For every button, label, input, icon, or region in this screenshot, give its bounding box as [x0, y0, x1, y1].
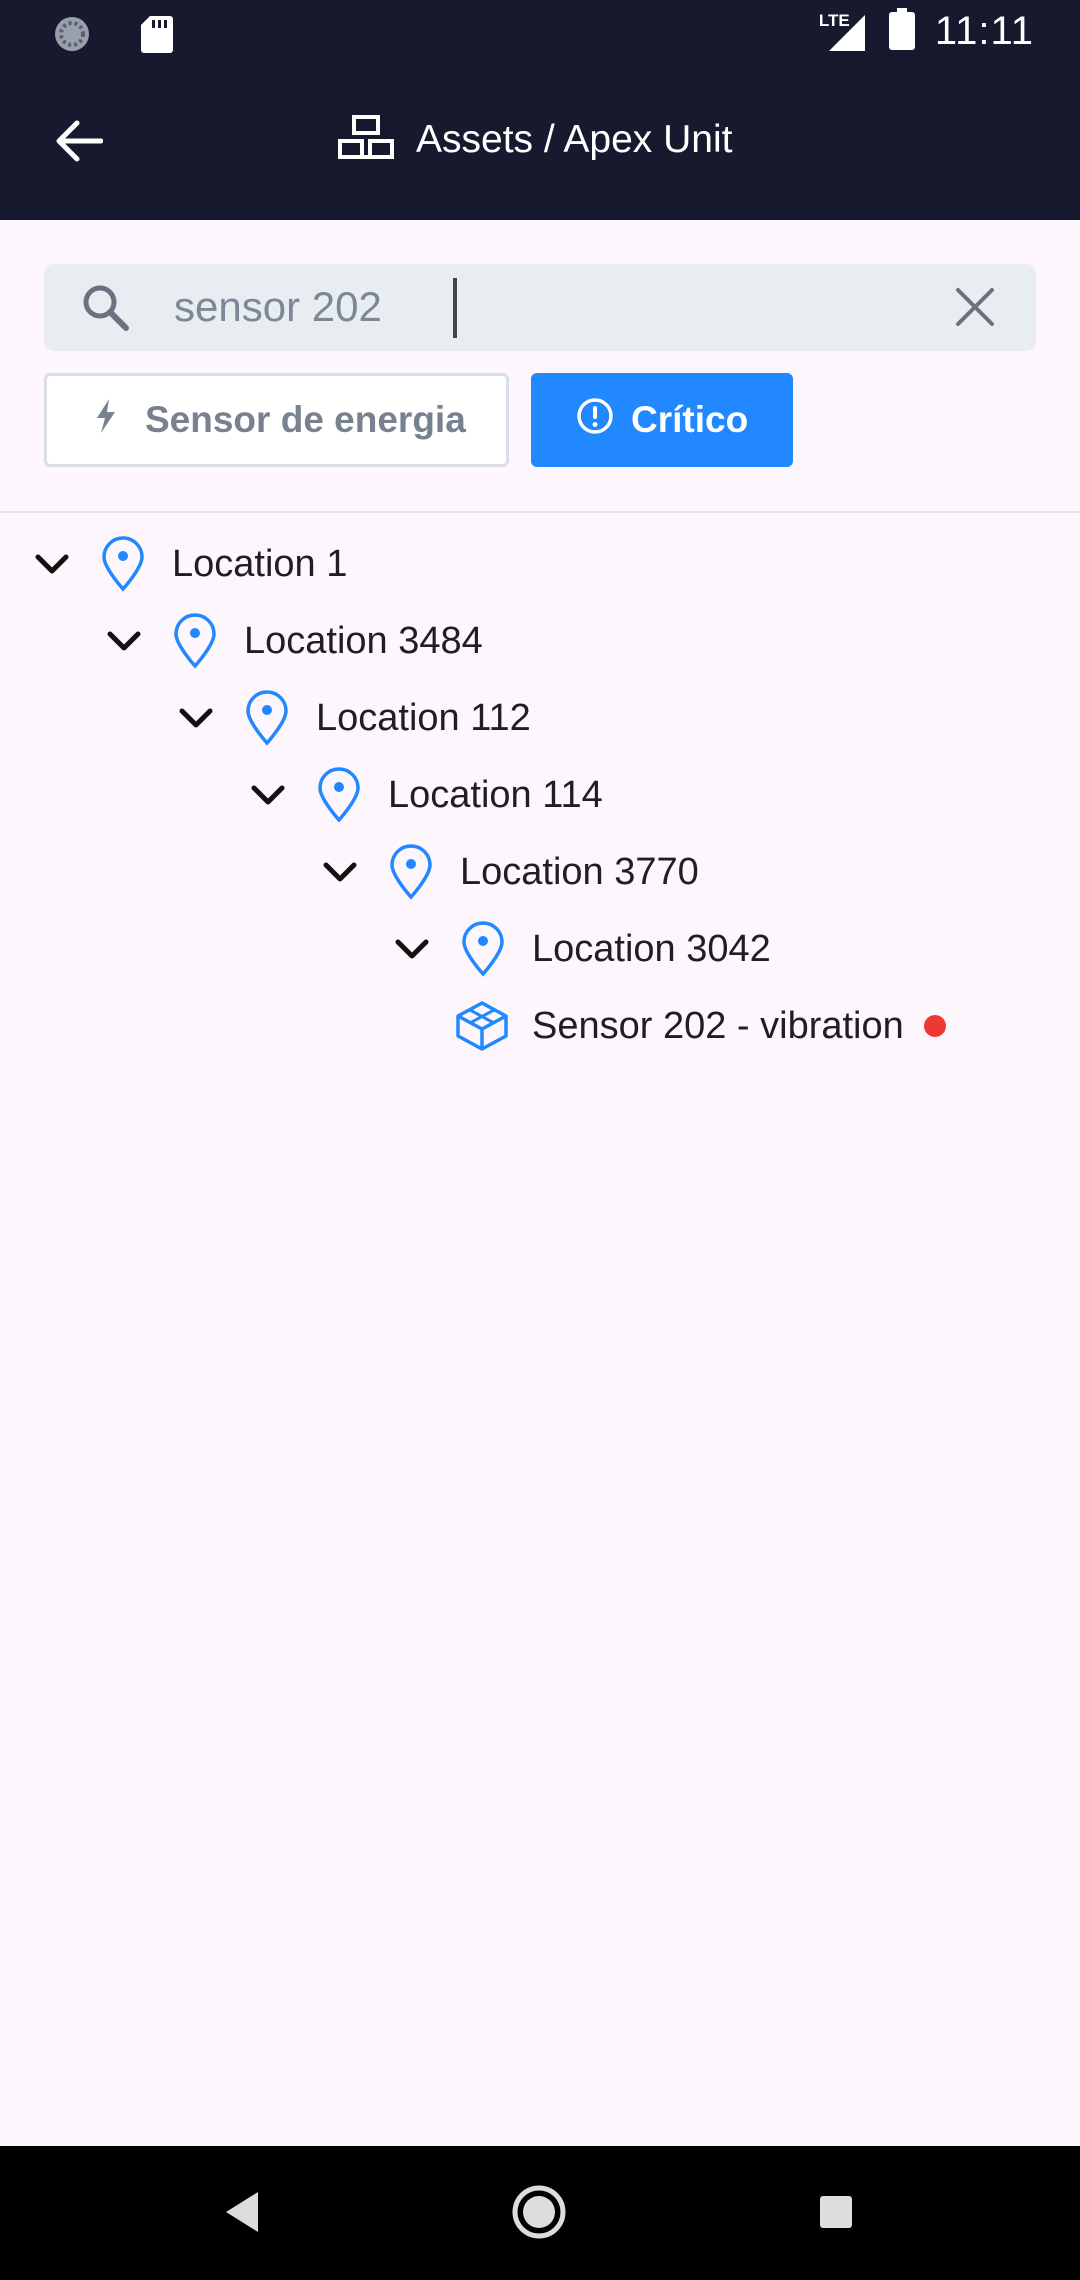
divider — [0, 511, 1080, 513]
nav-recents-button[interactable] — [818, 2194, 854, 2230]
chevron-down-icon[interactable] — [246, 773, 290, 817]
clock: 11:11 — [934, 9, 1034, 53]
tree-node-label: Location 1 — [172, 542, 348, 585]
tree-node-sensor-202[interactable]: Sensor 202 - vibration — [454, 991, 946, 1061]
tree-node-location-1[interactable]: Location 1 — [30, 529, 347, 599]
nav-back-button[interactable] — [220, 2188, 264, 2236]
tree-node-location-112[interactable]: Location 112 — [174, 683, 531, 753]
tree-node-label: Location 3770 — [460, 850, 699, 893]
bolt-icon — [93, 398, 119, 443]
nav-home-button[interactable] — [511, 2184, 567, 2240]
location-pin-icon — [172, 613, 218, 669]
back-arrow-icon — [56, 120, 103, 162]
signal-icon: LTE — [818, 9, 869, 55]
assets-icon — [336, 113, 396, 166]
alert-circle-icon — [575, 396, 615, 445]
app-bar: Assets / Apex Unit — [0, 67, 1080, 220]
page-title: Assets / Apex Unit — [416, 117, 733, 161]
location-pin-icon — [316, 767, 362, 823]
text-cursor — [453, 278, 457, 338]
component-cube-icon — [454, 1000, 510, 1052]
network-type: LTE — [818, 10, 850, 30]
clear-icon — [956, 288, 994, 326]
nav-recents-icon — [820, 2196, 852, 2228]
nav-back-icon — [226, 2192, 258, 2232]
location-pin-icon — [388, 844, 434, 900]
location-pin-icon — [460, 921, 506, 977]
status-bar: LTE 11:11 — [0, 0, 1080, 67]
clear-search-button[interactable] — [954, 286, 996, 333]
nav-home-icon — [512, 2185, 566, 2239]
back-button[interactable] — [48, 111, 108, 171]
chevron-down-icon[interactable] — [174, 696, 218, 740]
tree-node-location-3484[interactable]: Location 3484 — [102, 606, 483, 676]
tree-node-label: Location 114 — [388, 773, 603, 816]
search-icon — [80, 282, 132, 339]
sync-icon — [52, 14, 92, 59]
search-input[interactable] — [174, 274, 934, 340]
tree-node-label: Location 3484 — [244, 619, 483, 662]
battery-icon — [888, 8, 915, 55]
chevron-down-icon[interactable] — [102, 619, 146, 663]
chevron-down-icon[interactable] — [390, 927, 434, 971]
energy-sensor-filter-label: Sensor de energia — [145, 399, 466, 440]
critical-filter-label: Crítico — [631, 399, 749, 440]
location-pin-icon — [100, 536, 146, 592]
search-bar — [44, 264, 1036, 351]
energy-sensor-filter-button[interactable]: Sensor de energia — [44, 373, 509, 467]
tree-node-label: Sensor 202 - vibration — [532, 1004, 904, 1047]
sd-card-icon — [140, 14, 174, 59]
tree-node-location-114[interactable]: Location 114 — [246, 760, 603, 830]
chevron-down-icon[interactable] — [318, 850, 362, 894]
critical-status-dot — [923, 1015, 946, 1037]
chevron-down-icon[interactable] — [30, 542, 74, 586]
location-pin-icon — [244, 690, 290, 746]
tree-node-label: Location 3042 — [532, 927, 771, 970]
tree-node-location-3042[interactable]: Location 3042 — [390, 914, 771, 984]
system-nav-bar — [0, 2146, 1080, 2280]
tree-node-label: Location 112 — [316, 696, 531, 739]
critical-filter-button[interactable]: Crítico — [531, 373, 793, 467]
tree-node-location-3770[interactable]: Location 3770 — [318, 837, 699, 907]
